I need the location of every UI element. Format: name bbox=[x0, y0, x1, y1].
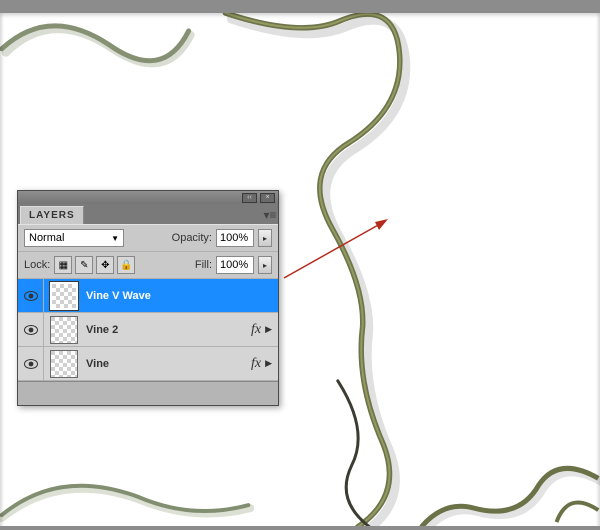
eye-icon bbox=[24, 291, 38, 301]
canvas-edge-left bbox=[0, 0, 4, 530]
brush-lock-icon[interactable]: ✎ bbox=[75, 256, 93, 274]
opacity-input[interactable]: 100% bbox=[216, 229, 254, 247]
layer-thumbnail[interactable] bbox=[50, 350, 78, 378]
eye-icon bbox=[24, 359, 38, 369]
layer-list: Vine V Wave Vine 2 fx ▶ Vine fx ▶ bbox=[18, 279, 278, 381]
lock-label: Lock: bbox=[24, 259, 50, 271]
blend-opacity-row: Normal ▼ Opacity: 100% ▸ bbox=[18, 224, 278, 252]
layer-name-label: Vine V Wave bbox=[86, 290, 278, 302]
collapse-button[interactable]: ‹‹ bbox=[242, 193, 257, 203]
fill-label: Fill: bbox=[195, 259, 212, 271]
visibility-toggle[interactable] bbox=[18, 313, 44, 347]
annotation-arrow bbox=[280, 214, 392, 282]
chevron-down-icon: ▼ bbox=[111, 234, 119, 243]
layer-row-vine-2[interactable]: Vine 2 fx ▶ bbox=[18, 313, 278, 347]
layer-row-vine[interactable]: Vine fx ▶ bbox=[18, 347, 278, 381]
lock-icons-group: ▦ ✎ ✥ 🔒 bbox=[54, 256, 135, 274]
transparency-lock-icon[interactable]: ▦ bbox=[54, 256, 72, 274]
panel-tab-bar: LAYERS ▾≡ bbox=[18, 204, 278, 224]
blend-mode-value: Normal bbox=[29, 232, 64, 244]
panel-footer bbox=[18, 381, 278, 405]
layer-thumbnail[interactable] bbox=[50, 282, 78, 310]
opacity-label: Opacity: bbox=[172, 232, 212, 244]
chevron-right-icon[interactable]: ▶ bbox=[265, 358, 272, 369]
chevron-right-icon[interactable]: ▶ bbox=[265, 324, 272, 335]
move-lock-icon[interactable]: ✥ bbox=[96, 256, 114, 274]
fill-slider-button[interactable]: ▸ bbox=[258, 256, 272, 274]
layers-panel: ‹‹ × LAYERS ▾≡ Normal ▼ Opacity: 100% ▸ … bbox=[17, 190, 279, 406]
eye-icon bbox=[24, 325, 38, 335]
panel-menu-icon[interactable]: ▾≡ bbox=[262, 206, 278, 224]
layer-name-label: Vine bbox=[86, 358, 251, 370]
layer-row-vine-v-wave[interactable]: Vine V Wave bbox=[18, 279, 278, 313]
visibility-toggle[interactable] bbox=[18, 279, 44, 313]
lock-fill-row: Lock: ▦ ✎ ✥ 🔒 Fill: 100% ▸ bbox=[18, 252, 278, 279]
app-chrome-top bbox=[0, 0, 600, 13]
panel-titlebar[interactable]: ‹‹ × bbox=[18, 191, 278, 204]
app-chrome-bottom bbox=[0, 526, 600, 530]
fill-input[interactable]: 100% bbox=[216, 256, 254, 274]
close-button[interactable]: × bbox=[260, 193, 275, 203]
layer-thumbnail[interactable] bbox=[50, 316, 78, 344]
all-lock-icon[interactable]: 🔒 bbox=[117, 256, 135, 274]
visibility-toggle[interactable] bbox=[18, 347, 44, 381]
blend-mode-select[interactable]: Normal ▼ bbox=[24, 229, 124, 247]
canvas-edge-right bbox=[596, 0, 600, 530]
layer-name-label: Vine 2 bbox=[86, 324, 251, 336]
layers-tab[interactable]: LAYERS bbox=[20, 206, 84, 224]
layer-effects-indicator[interactable]: fx bbox=[251, 322, 261, 338]
opacity-slider-button[interactable]: ▸ bbox=[258, 229, 272, 247]
layer-effects-indicator[interactable]: fx bbox=[251, 356, 261, 372]
